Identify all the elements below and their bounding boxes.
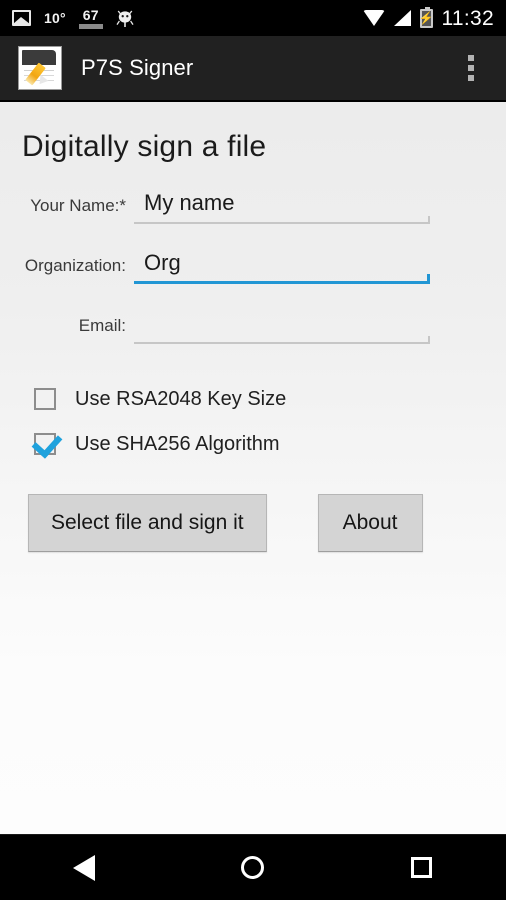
email-label: Email:	[78, 316, 126, 335]
checkbox-sha256-label: Use SHA256 Algorithm	[75, 433, 280, 455]
app-title: P7S Signer	[81, 55, 194, 80]
email-underline	[134, 336, 430, 344]
back-icon	[73, 854, 96, 881]
status-bar-right-icons: ⚡ 11:32	[362, 6, 495, 30]
checkbox-sha256-box[interactable]	[34, 433, 56, 455]
your-name-underline	[134, 216, 430, 224]
nav-back-button[interactable]	[39, 835, 129, 900]
organization-value: Org	[144, 250, 181, 275]
your-name-input[interactable]: My name	[134, 182, 430, 224]
battery-charging-icon: ⚡	[418, 6, 434, 28]
overflow-dot	[468, 65, 474, 71]
organization-input[interactable]: Org	[134, 242, 430, 284]
action-button-row: Select file and sign it About	[0, 494, 506, 553]
checkbox-rsa2048-box[interactable]	[34, 388, 56, 410]
form-row-organization: Organization: Org	[0, 242, 506, 284]
nav-recents-button[interactable]	[377, 835, 467, 900]
organization-label: Organization:	[24, 256, 126, 275]
overflow-dot	[468, 75, 474, 81]
your-name-value: My name	[144, 190, 235, 215]
options-group: Use RSA2048 Key Size Use SHA256 Algorith…	[0, 388, 506, 455]
your-name-label: Your Name:*	[30, 196, 126, 215]
about-button[interactable]: About	[317, 494, 423, 553]
select-file-and-sign-button[interactable]: Select file and sign it	[28, 494, 267, 553]
home-icon	[241, 856, 265, 879]
meter-track	[78, 23, 103, 29]
temperature-indicator: 10°	[44, 10, 66, 26]
organization-underline	[134, 274, 430, 284]
page-title: Digitally sign a file	[22, 130, 267, 163]
meter-value-label: 67	[82, 6, 99, 23]
main-content: Digitally sign a file Your Name:* My nam…	[0, 102, 506, 834]
app-bar: P7S Signer	[0, 36, 506, 102]
clock-label: 11:32	[441, 6, 494, 30]
android-bug-icon	[116, 9, 134, 28]
status-bar: 10° 67 ⚡ 11:32	[0, 0, 506, 36]
battery-percent-meter: 67	[78, 6, 103, 29]
status-bar-left-icons: 10° 67	[12, 8, 134, 29]
checkbox-rsa2048[interactable]: Use RSA2048 Key Size	[34, 388, 506, 410]
email-input[interactable]	[134, 302, 430, 344]
wifi-icon	[362, 10, 385, 26]
form-row-email: Email:	[0, 302, 506, 344]
checkbox-rsa2048-label: Use RSA2048 Key Size	[75, 388, 287, 410]
navigation-bar	[0, 834, 506, 900]
recents-icon	[411, 857, 433, 878]
signal-icon	[393, 10, 411, 26]
nav-home-button[interactable]	[208, 835, 298, 900]
overflow-dot	[468, 55, 474, 61]
overflow-menu-icon[interactable]	[460, 49, 482, 87]
charging-bolt-icon: ⚡	[418, 11, 434, 25]
form-row-your-name: Your Name:* My name	[0, 182, 506, 224]
android-device-screen: 10° 67 ⚡ 11:32 P7S Signer Digitally sign…	[0, 0, 506, 900]
photo-icon	[12, 10, 31, 26]
signed-document-icon	[18, 46, 62, 90]
checkbox-sha256[interactable]: Use SHA256 Algorithm	[34, 433, 506, 455]
